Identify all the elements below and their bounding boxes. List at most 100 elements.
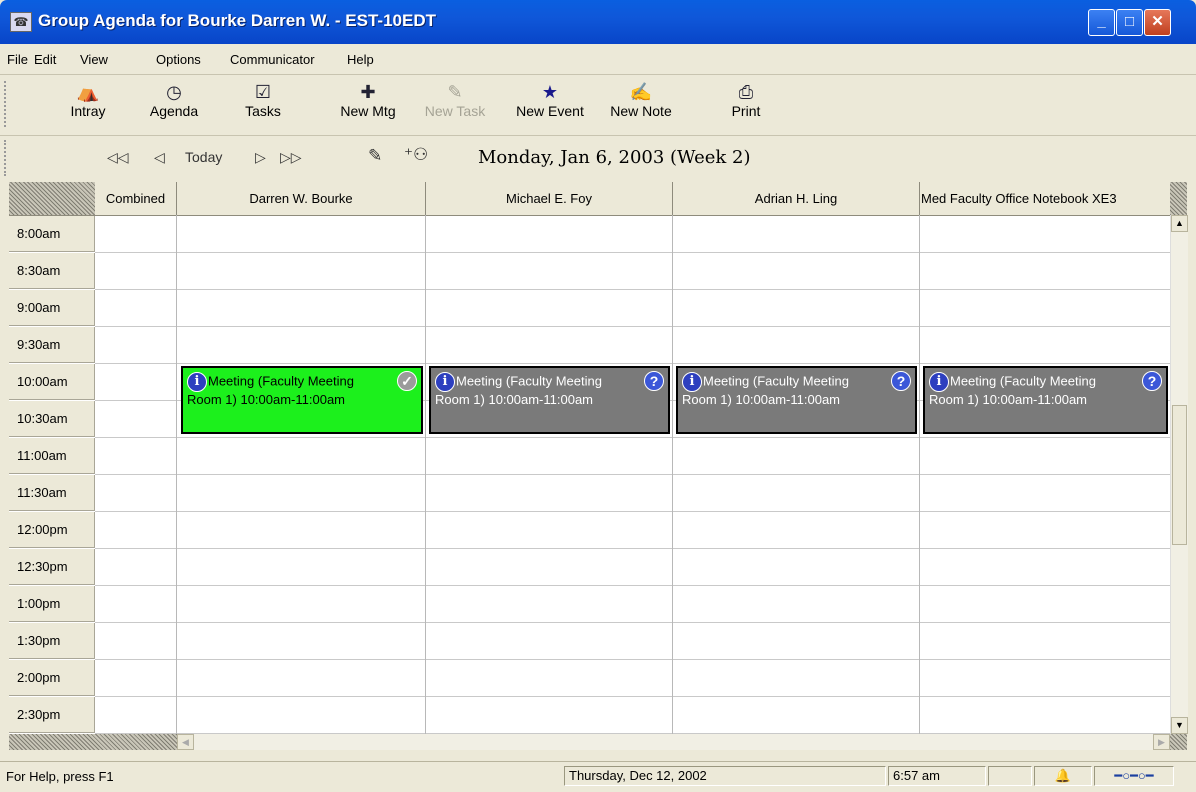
toolbar: ⛺ Intray ◷ Agenda ☑ Tasks ✚ New Mtg ✎ New Tas… — [0, 75, 1196, 136]
row-divider — [95, 511, 1170, 512]
info-icon[interactable]: i — [187, 372, 207, 392]
column-header-notebook[interactable]: Med Faculty Office Notebook XE3 — [920, 182, 1172, 216]
column-header-bourke[interactable]: Darren W. Bourke — [177, 182, 426, 216]
info-icon[interactable]: i — [435, 372, 455, 392]
select-users-icon[interactable]: ⁺⚇ — [404, 145, 428, 165]
close-button[interactable]: ✕ — [1144, 9, 1171, 36]
info-icon[interactable]: i — [682, 372, 702, 392]
time-slot-label: 1:00pm — [9, 586, 95, 622]
status-pane-empty — [988, 766, 1032, 786]
row-divider — [95, 696, 1170, 697]
time-slot-label: 2:00pm — [9, 660, 95, 696]
new-event-button[interactable]: ★ New Event — [509, 81, 591, 119]
horizontal-scrollbar[interactable]: ◀ ▶ — [177, 734, 1170, 750]
row-divider — [95, 363, 1170, 364]
scroll-up-icon[interactable]: ▲ — [1171, 215, 1188, 232]
last-page-icon[interactable]: ▷▷ — [280, 149, 302, 166]
new-task-button[interactable]: ✎ New Task — [422, 81, 488, 119]
time-slot-label: 11:30am — [9, 475, 95, 511]
row-divider — [95, 622, 1170, 623]
goto-date-icon[interactable]: ✎ — [368, 146, 382, 166]
menu-options[interactable]: Options — [156, 52, 201, 67]
time-slot-label: 10:00am — [9, 364, 95, 400]
status-bar: For Help, press F1 Thursday, Dec 12, 200… — [0, 761, 1196, 792]
pending-question-icon: ? — [1142, 371, 1162, 391]
time-slot-label: 12:30pm — [9, 549, 95, 585]
info-icon[interactable]: i — [929, 372, 949, 392]
column-header-foy[interactable]: Michael E. Foy — [426, 182, 673, 216]
new-note-icon: ✍ — [629, 82, 653, 102]
star-icon: ★ — [541, 82, 559, 102]
time-slot-label: 10:30am — [9, 401, 95, 437]
menu-file[interactable]: File — [7, 52, 28, 67]
scroll-down-icon[interactable]: ▼ — [1171, 717, 1188, 734]
row-divider — [95, 659, 1170, 660]
row-divider — [95, 585, 1170, 586]
accepted-check-icon: ✓ — [397, 371, 417, 391]
appointment-bourke[interactable]: i Meeting (Faculty Meeting Room 1) 10:00a… — [181, 366, 423, 434]
vertical-scrollbar[interactable]: ▲ ▼ — [1170, 215, 1188, 734]
agenda-button[interactable]: ◷ Agenda — [144, 81, 204, 119]
new-meeting-icon: ✚ — [360, 82, 376, 102]
time-slot-label: 11:00am — [9, 438, 95, 474]
time-slot-label: 1:30pm — [9, 623, 95, 659]
time-slot-label: 2:30pm — [9, 697, 95, 733]
column-header-combined[interactable]: Combined — [95, 182, 177, 216]
column-divider — [672, 215, 673, 734]
menu-edit[interactable]: Edit — [34, 52, 56, 67]
today-button[interactable]: Today — [185, 149, 222, 165]
appointment-ling[interactable]: i Meeting (Faculty Meeting Room 1) 10:00a… — [676, 366, 917, 434]
toolbar-grip[interactable] — [4, 81, 12, 127]
menu-communicator[interactable]: Communicator — [230, 52, 315, 67]
time-slot-label: 9:30am — [9, 327, 95, 363]
tasks-button[interactable]: ☑ Tasks — [238, 81, 288, 119]
minimize-button[interactable]: _ — [1088, 9, 1115, 36]
menu-bar: File Edit View Options Communicator Help — [0, 44, 1196, 75]
agenda-icon: ◷ — [166, 82, 182, 102]
scroll-corner — [1170, 734, 1187, 750]
pending-question-icon: ? — [891, 371, 911, 391]
row-divider — [95, 326, 1170, 327]
new-meeting-button[interactable]: ✚ New Mtg — [336, 81, 400, 119]
maximize-button[interactable]: □ — [1116, 9, 1143, 36]
window-title: Group Agenda for Bourke Darren W. - EST-… — [38, 11, 436, 30]
row-divider — [95, 252, 1170, 253]
printer-icon: ⎙ — [738, 82, 754, 102]
hscroll-spacer — [9, 734, 177, 750]
print-button[interactable]: ⎙ Print — [724, 81, 768, 119]
time-slot-label: 8:30am — [9, 253, 95, 289]
next-page-icon[interactable]: ▷ — [255, 149, 266, 166]
appointment-foy[interactable]: i Meeting (Faculty Meeting Room 1) 10:00a… — [429, 366, 670, 434]
column-header-ling[interactable]: Adrian H. Ling — [673, 182, 920, 216]
title-bar[interactable]: ☎ Group Agenda for Bourke Darren W. - ES… — [0, 0, 1196, 44]
appointment-notebook[interactable]: i Meeting (Faculty Meeting Room 1) 10:00a… — [923, 366, 1168, 434]
app-icon: ☎ — [10, 12, 32, 32]
scroll-thumb[interactable] — [1172, 405, 1187, 545]
intray-icon: ⛺ — [76, 82, 100, 102]
menu-help[interactable]: Help — [347, 52, 374, 67]
date-navigation-bar: ◁◁ ◁ Today ▷ ▷▷ ✎ ⁺⚇ Monday, Jan 6, 2003… — [0, 136, 1196, 180]
agenda-grid: Combined Darren W. Bourke Michael E. Foy… — [9, 182, 1188, 750]
tasks-icon: ☑ — [254, 82, 272, 102]
help-hint: For Help, press F1 — [6, 769, 114, 784]
first-page-icon[interactable]: ◁◁ — [107, 149, 129, 166]
intray-button[interactable]: ⛺ Intray — [62, 81, 114, 119]
prev-page-icon[interactable]: ◁ — [154, 149, 165, 166]
connection-icon: ━○━○━ — [1094, 766, 1174, 786]
pending-question-icon: ? — [644, 371, 664, 391]
time-slot-label: 8:00am — [9, 216, 95, 252]
current-date-label: Monday, Jan 6, 2003 (Week 2) — [478, 147, 751, 168]
status-date: Thursday, Dec 12, 2002 — [564, 766, 886, 786]
status-time: 6:57 am — [888, 766, 986, 786]
alarm-bell-icon[interactable]: 🔔 — [1034, 766, 1092, 786]
time-slot-label: 9:00am — [9, 290, 95, 326]
menu-view[interactable]: View — [80, 52, 108, 67]
column-divider — [425, 215, 426, 734]
navbar-grip[interactable] — [4, 140, 12, 176]
row-divider — [95, 548, 1170, 549]
scroll-right-icon[interactable]: ▶ — [1153, 734, 1170, 750]
scroll-left-icon[interactable]: ◀ — [177, 734, 194, 750]
time-slot-label: 12:00pm — [9, 512, 95, 548]
row-divider — [95, 474, 1170, 475]
new-note-button[interactable]: ✍ New Note — [603, 81, 679, 119]
